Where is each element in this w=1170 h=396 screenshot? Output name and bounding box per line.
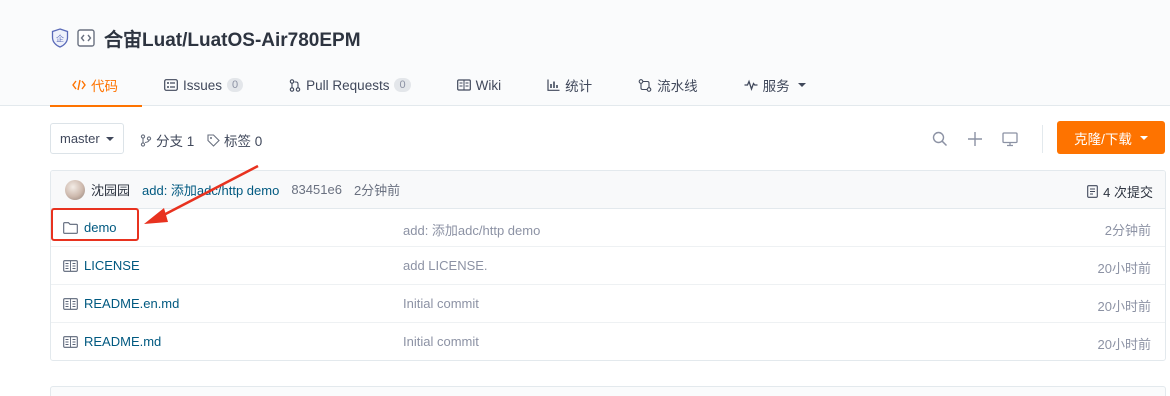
commit-sha[interactable]: 83451e6	[291, 182, 342, 197]
file-name: README.en.md	[84, 296, 180, 311]
tab-pipeline[interactable]: 流水线	[616, 64, 722, 106]
pipeline-icon	[638, 78, 652, 92]
chevron-down-icon	[797, 83, 806, 87]
pull-requests-count-badge: 0	[394, 78, 411, 92]
tab-services-label: 服务	[762, 79, 790, 94]
file-commit-message[interactable]: Initial commit	[403, 334, 479, 349]
tab-stats[interactable]: 统计	[525, 64, 616, 106]
issues-icon	[164, 79, 178, 91]
tags-label: 标签 0	[224, 134, 263, 149]
annotation-arrow-icon	[144, 164, 259, 224]
file-commit-time: 2分钟前	[1104, 223, 1151, 238]
svg-text:企: 企	[56, 34, 64, 44]
table-row[interactable]: README.md Initial commit 20小时前	[51, 323, 1165, 360]
table-row[interactable]: LICENSE add LICENSE. 20小时前	[51, 247, 1165, 285]
tag-icon	[207, 133, 220, 147]
chevron-down-icon	[105, 136, 114, 141]
branch-icon	[140, 133, 152, 147]
branches-link[interactable]: 分支 1	[140, 130, 194, 150]
file-commit-time: 20小时前	[1097, 337, 1151, 352]
toolbar-divider	[1042, 125, 1043, 153]
enterprise-shield-icon: 企	[50, 28, 70, 48]
file-commit-message[interactable]: add: 添加adc/http demo	[403, 220, 540, 239]
tab-stats-label: 统计	[565, 79, 593, 94]
file-commit-time: 20小时前	[1097, 261, 1151, 276]
book-icon	[456, 79, 471, 91]
commit-count-link[interactable]: 4 次提交	[1087, 182, 1153, 201]
tab-code-label: 代码	[91, 79, 118, 94]
issues-count-badge: 0	[227, 78, 244, 92]
tab-issues-label: Issues	[183, 77, 223, 93]
commit-author[interactable]: 沈园园	[91, 180, 130, 199]
monitor-icon[interactable]	[1000, 129, 1020, 149]
tab-wiki[interactable]: Wiki	[435, 64, 526, 106]
file-name-link[interactable]: README.en.md	[63, 296, 179, 311]
file-commit-message[interactable]: add LICENSE.	[403, 258, 488, 273]
file-name-link[interactable]: LICENSE	[63, 258, 140, 273]
file-name: LICENSE	[84, 258, 140, 273]
tab-services[interactable]: 服务	[722, 64, 830, 106]
readme-panel	[50, 386, 1166, 396]
repo-title: 企 合宙Luat/LuatOS-Air780EPM	[50, 25, 361, 52]
file-text-icon	[63, 259, 78, 272]
file-name-link[interactable]: demo	[63, 220, 117, 235]
tab-pipeline-label: 流水线	[657, 79, 698, 94]
avatar[interactable]	[65, 179, 85, 200]
chevron-down-icon	[1139, 135, 1148, 140]
repo-name[interactable]: 合宙Luat/LuatOS-Air780EPM	[104, 25, 361, 52]
folder-icon	[63, 221, 78, 234]
search-icon[interactable]	[930, 129, 950, 149]
code-icon	[72, 79, 86, 91]
chart-icon	[547, 79, 560, 91]
repo-tabs: 代码 Issues 0 Pull Requests 0 Wiki 统计 流水线 …	[50, 64, 830, 107]
repo-toolbar: master 分支 1 标签 0 克隆/下载	[50, 121, 1166, 155]
file-commit-time: 20小时前	[1097, 299, 1151, 314]
clone-download-label: 克隆/下载	[1074, 131, 1132, 147]
file-text-icon	[63, 335, 78, 348]
tab-pull-requests[interactable]: Pull Requests 0	[267, 64, 434, 106]
file-commit-message[interactable]: Initial commit	[403, 296, 479, 311]
tab-pull-requests-label: Pull Requests	[306, 77, 390, 93]
commits-icon	[1087, 185, 1099, 198]
pull-request-icon	[289, 78, 301, 92]
clone-download-button[interactable]: 克隆/下载	[1057, 121, 1165, 154]
commit-time: 2分钟前	[353, 183, 401, 198]
tab-issues[interactable]: Issues 0	[142, 64, 267, 106]
file-name-link[interactable]: README.md	[63, 334, 161, 349]
repo-header: 企 合宙Luat/LuatOS-Air780EPM 代码 Issues 0 Pu…	[0, 0, 1170, 107]
plus-icon[interactable]	[965, 129, 985, 149]
tab-code[interactable]: 代码	[50, 64, 142, 107]
file-text-icon	[63, 297, 78, 310]
code-repo-icon	[76, 28, 96, 48]
tab-wiki-label: Wiki	[475, 77, 502, 93]
branch-select[interactable]: master	[50, 123, 124, 154]
branches-label: 分支 1	[156, 134, 195, 149]
file-name: README.md	[84, 334, 162, 349]
table-row[interactable]: README.en.md Initial commit 20小时前	[51, 285, 1165, 323]
commit-count-label: 4 次提交	[1103, 185, 1153, 200]
pulse-icon	[744, 79, 758, 91]
file-name: demo	[84, 220, 117, 235]
tags-link[interactable]: 标签 0	[207, 130, 262, 150]
branch-select-value: master	[60, 131, 100, 146]
